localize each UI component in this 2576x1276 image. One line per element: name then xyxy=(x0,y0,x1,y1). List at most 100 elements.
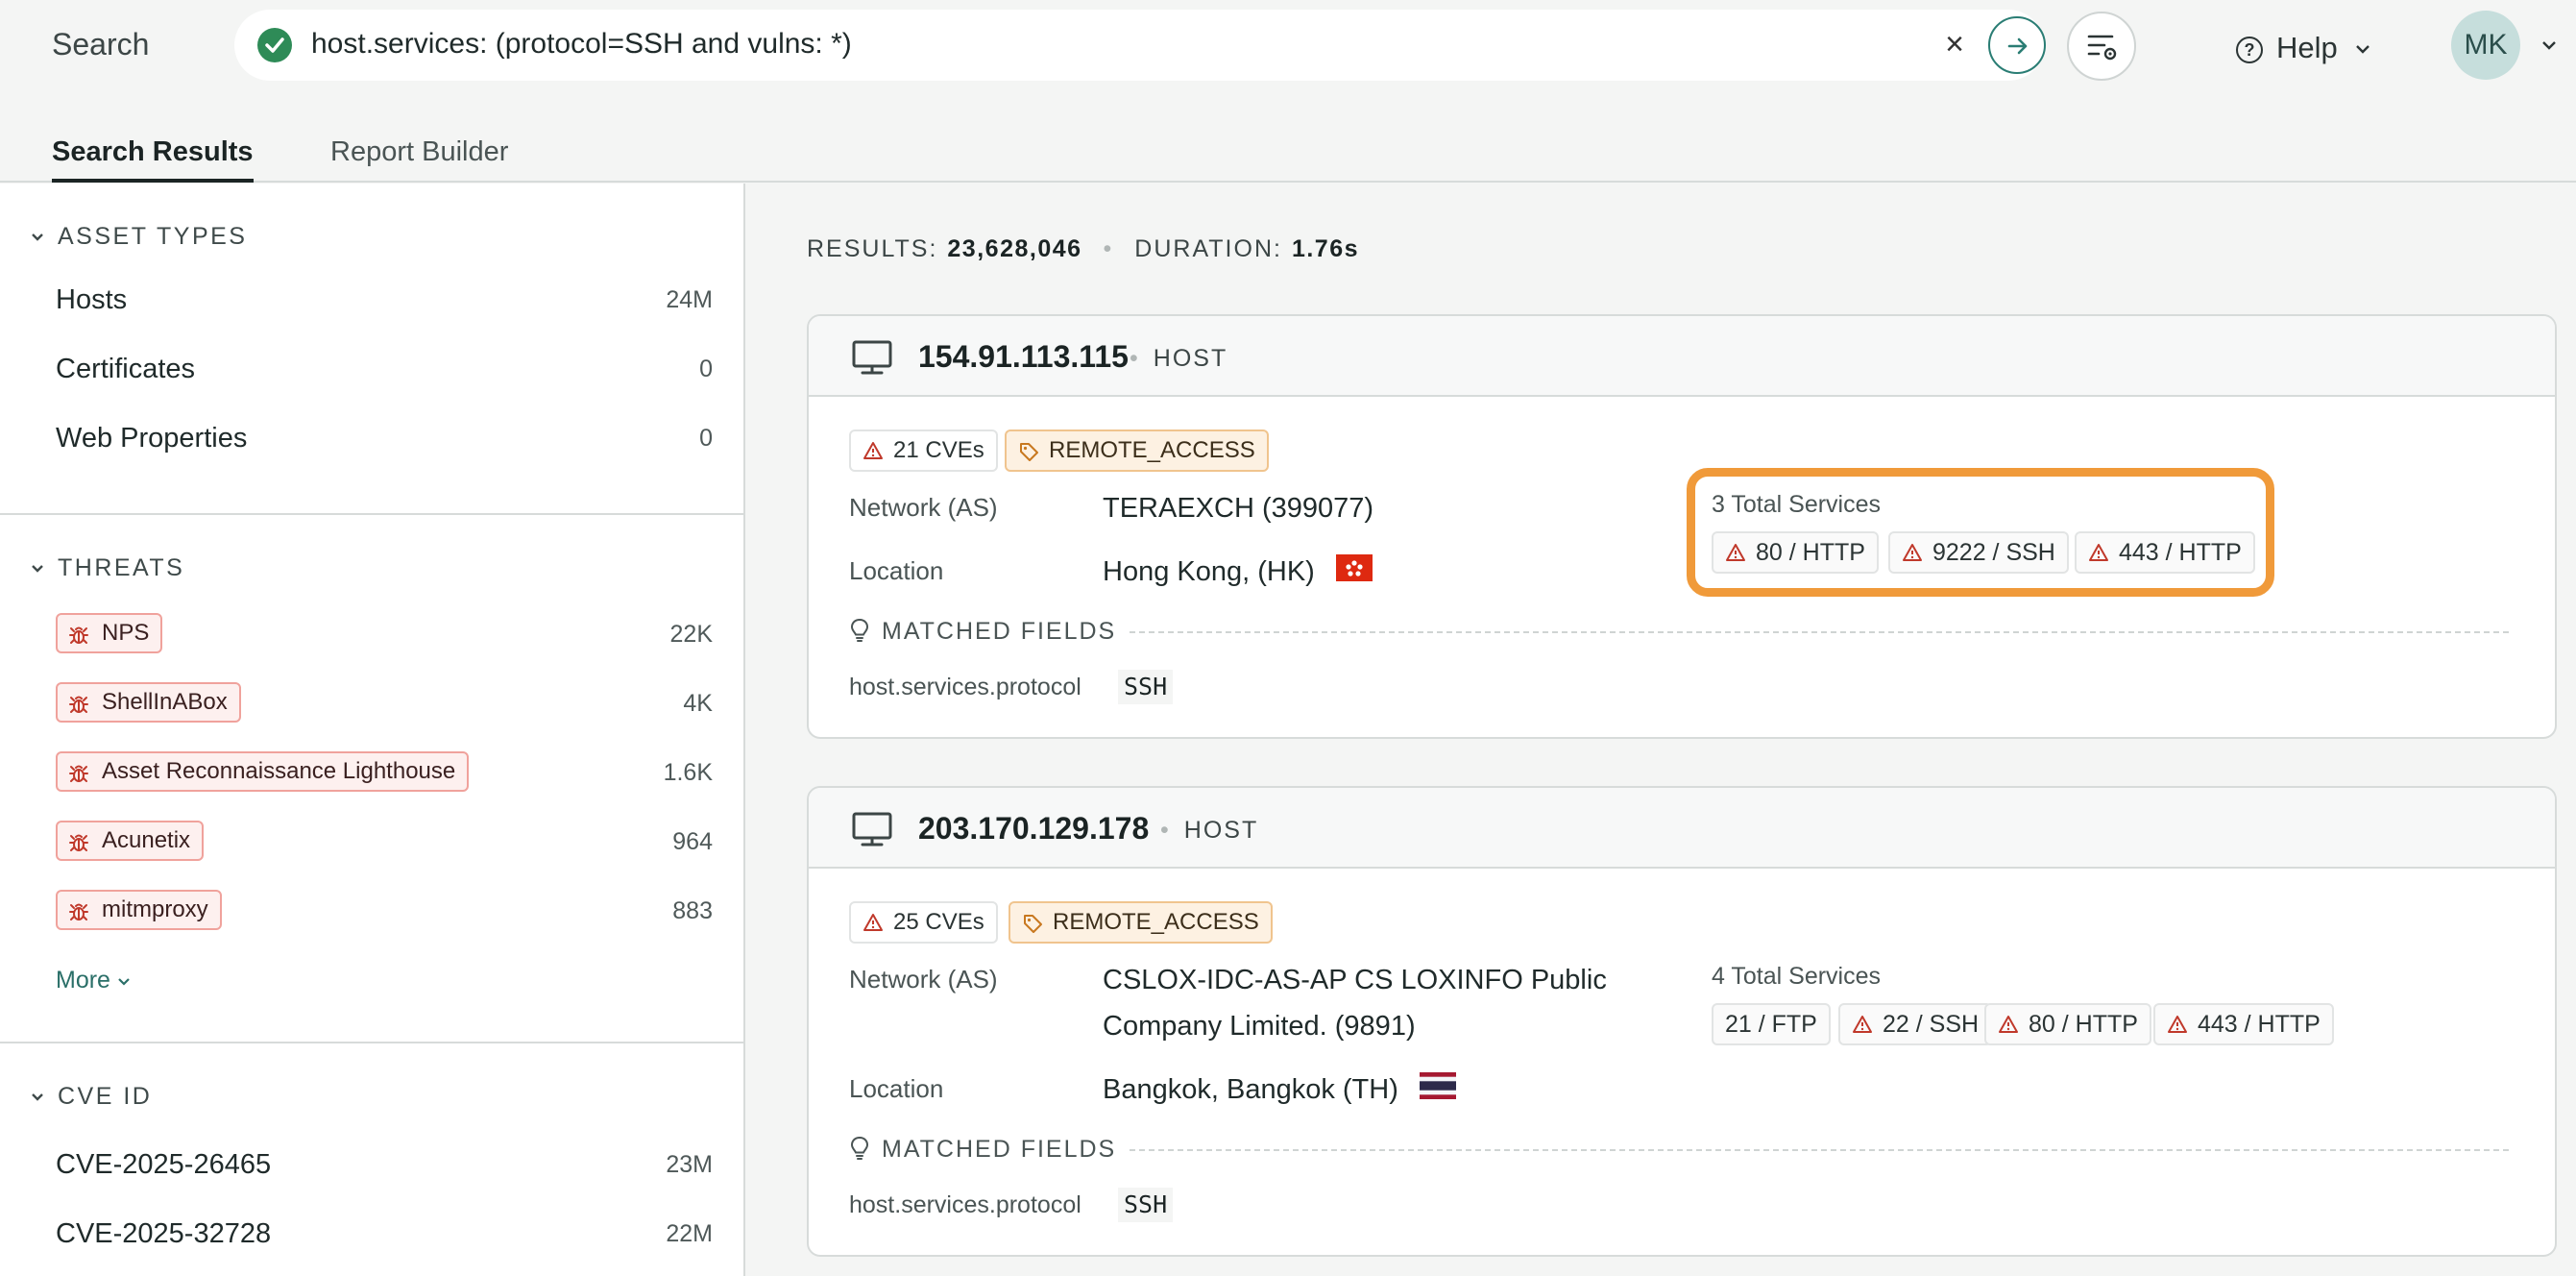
threat-item-acunetix[interactable]: Acunetix 964 xyxy=(56,821,713,869)
threat-tag[interactable]: NPS xyxy=(56,613,163,653)
label-tag-remote-access[interactable]: REMOTE_ACCESS xyxy=(1005,429,1269,472)
service-pill[interactable]: 21 / FTP xyxy=(1712,1003,1831,1045)
monitor-icon xyxy=(852,812,892,847)
user-avatar[interactable]: MK xyxy=(2451,11,2520,80)
lightbulb-icon xyxy=(850,1136,869,1160)
threats-more-link[interactable]: More xyxy=(56,967,131,994)
warning-icon xyxy=(1999,1016,2018,1033)
chevron-down-icon xyxy=(31,1080,44,1108)
dashed-divider xyxy=(1130,1149,2509,1151)
bug-icon xyxy=(69,626,88,644)
chevron-down-icon[interactable] xyxy=(2541,37,2557,55)
help-icon: ? xyxy=(2236,37,2263,63)
label-tag-remote-access[interactable]: REMOTE_ACCESS xyxy=(1009,901,1273,944)
lightbulb-icon xyxy=(850,618,869,642)
valid-query-check-icon xyxy=(257,28,292,62)
services-total: 4 Total Services xyxy=(1712,963,1882,990)
location-value: Bangkok, Bangkok (TH) xyxy=(1103,1067,1640,1114)
threat-tag[interactable]: Asset Reconnaissance Lighthouse xyxy=(56,751,470,792)
divider xyxy=(0,1042,745,1043)
cve-count-badge[interactable]: 21 CVEs xyxy=(849,429,998,472)
asset-type-certificates[interactable]: Certificates 0 xyxy=(56,344,713,392)
tag-icon xyxy=(1020,443,1038,461)
host-result-card: 203.170.129.178 • HOST 25 CVEs REMOTE_ACC… xyxy=(807,786,2557,1257)
host-result-card: 154.91.113.115 • HOST 21 CVEs REMOTE_ACCE… xyxy=(807,314,2557,739)
bug-icon xyxy=(69,765,88,782)
service-pill[interactable]: 80 / HTTP xyxy=(1984,1003,2151,1045)
clear-search-button[interactable]: × xyxy=(1932,23,1977,67)
tab-search-results[interactable]: Search Results xyxy=(52,136,254,183)
matched-field-value: SSH xyxy=(1118,670,1174,704)
results-summary: RESULTS: 23,628,046 • DURATION: 1.76s xyxy=(807,235,1360,262)
matched-field-value: SSH xyxy=(1118,1188,1174,1222)
tag-icon xyxy=(1024,915,1042,933)
search-input[interactable] xyxy=(311,28,1848,61)
threat-tag[interactable]: Acunetix xyxy=(56,821,205,861)
bug-icon xyxy=(69,903,88,920)
filter-settings-icon xyxy=(2087,35,2117,61)
asset-type-web-properties[interactable]: Web Properties 0 xyxy=(56,413,713,461)
network-label: Network (AS) xyxy=(849,493,998,522)
host-ip-link[interactable]: 154.91.113.115 xyxy=(918,339,1129,375)
warning-icon xyxy=(1853,1016,1872,1033)
search-label: Search xyxy=(52,27,150,61)
query-settings-button[interactable] xyxy=(2067,12,2136,81)
matched-fields-header: MATCHED FIELDS xyxy=(849,618,1116,646)
flag-hk-icon xyxy=(1335,550,1373,596)
network-value[interactable]: CSLOX-IDC-AS-AP CS LOXINFO Public Compan… xyxy=(1103,957,1640,1049)
asset-types-header[interactable]: ASSET TYPES xyxy=(31,220,247,251)
threats-header[interactable]: THREATS xyxy=(31,552,184,582)
filter-sidebar: ASSET TYPES Hosts 24M Certificates 0 Web… xyxy=(0,184,745,1276)
location-value: Hong Kong, (HK) xyxy=(1103,549,1640,596)
tab-bar: Search Results Report Builder xyxy=(0,125,2576,183)
threat-item-asset-reconnaissance-lighthouse[interactable]: Asset Reconnaissance Lighthouse 1.6K xyxy=(56,751,713,799)
threat-item-nps[interactable]: NPS 22K xyxy=(56,613,713,661)
network-value[interactable]: TERAEXCH (399077) xyxy=(1103,485,1640,531)
asset-type-label: • HOST xyxy=(1130,345,1228,372)
cve-item[interactable]: CVE-2025-32728 22M xyxy=(56,1209,713,1257)
asset-type-label: • HOST xyxy=(1160,817,1259,844)
dashed-divider xyxy=(1130,631,2509,633)
chevron-down-icon xyxy=(31,552,44,579)
threat-item-shellinabox[interactable]: ShellInABox 4K xyxy=(56,682,713,730)
threat-tag[interactable]: ShellInABox xyxy=(56,682,241,723)
network-label: Network (AS) xyxy=(849,965,998,994)
warning-icon xyxy=(863,914,883,931)
results-count: 23,628,046 xyxy=(947,235,1082,262)
submit-search-button[interactable] xyxy=(1988,16,2046,74)
bug-icon xyxy=(69,696,88,713)
services-highlight-box xyxy=(1687,468,2274,597)
host-ip-link[interactable]: 203.170.129.178 xyxy=(918,811,1149,847)
search-box[interactable]: × xyxy=(234,10,2046,81)
warning-icon xyxy=(863,442,883,459)
service-pill[interactable]: 22 / SSH xyxy=(1838,1003,1993,1045)
monitor-icon xyxy=(852,340,892,375)
matched-field-key: host.services.protocol xyxy=(849,674,1081,700)
threat-tag[interactable]: mitmproxy xyxy=(56,890,222,930)
service-pill[interactable]: 443 / HTTP xyxy=(2153,1003,2334,1045)
matched-fields-header: MATCHED FIELDS xyxy=(849,1136,1116,1164)
help-menu[interactable]: ? Help xyxy=(2236,27,2370,65)
top-bar: Search × ? Help MK xyxy=(0,0,2576,92)
arrow-right-icon xyxy=(2007,37,2028,55)
matched-field-key: host.services.protocol xyxy=(849,1191,1081,1218)
tab-report-builder[interactable]: Report Builder xyxy=(330,136,508,168)
divider xyxy=(0,513,745,515)
cve-id-header[interactable]: CVE ID xyxy=(31,1080,152,1111)
help-label: Help xyxy=(2276,31,2338,64)
bug-icon xyxy=(69,834,88,851)
asset-type-hosts[interactable]: Hosts 24M xyxy=(56,275,713,323)
flag-th-icon xyxy=(1419,1067,1456,1114)
warning-icon xyxy=(2168,1016,2187,1033)
card-header: 203.170.129.178 • HOST xyxy=(809,788,2555,869)
cve-count-badge[interactable]: 25 CVEs xyxy=(849,901,998,944)
chevron-down-icon xyxy=(2355,27,2370,61)
card-header: 154.91.113.115 • HOST xyxy=(809,316,2555,397)
cve-item[interactable]: CVE-2025-26465 23M xyxy=(56,1140,713,1188)
results-duration: 1.76s xyxy=(1291,235,1360,262)
threat-item-mitmproxy[interactable]: mitmproxy 883 xyxy=(56,890,713,938)
location-label: Location xyxy=(849,1074,944,1103)
chevron-down-icon xyxy=(31,220,44,248)
chevron-down-icon xyxy=(117,967,131,994)
location-label: Location xyxy=(849,556,944,585)
